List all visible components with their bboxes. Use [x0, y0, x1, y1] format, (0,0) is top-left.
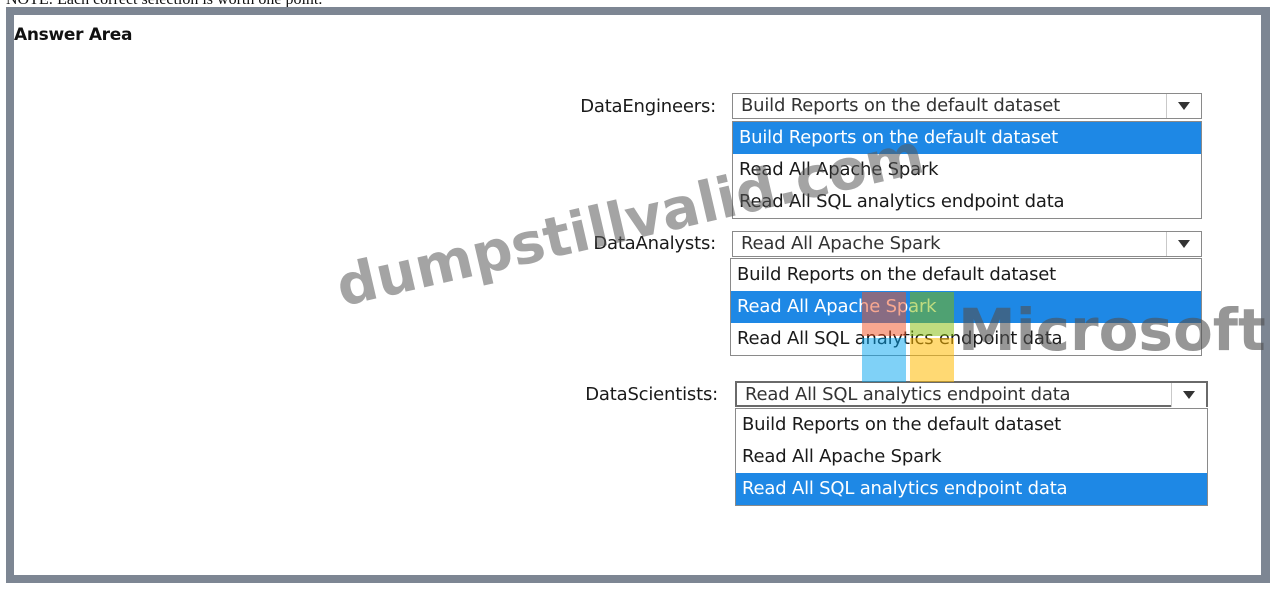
watermark-logo-blue-square: [862, 338, 906, 382]
datascientists-select[interactable]: Read All SQL analytics endpoint data: [735, 381, 1208, 407]
dataengineers-select[interactable]: Build Reports on the default dataset: [732, 93, 1202, 119]
watermark-logo-green-square: [910, 292, 954, 336]
chevron-down-icon[interactable]: [1171, 383, 1206, 407]
dataanalysts-selected-value: Read All Apache Spark: [741, 233, 941, 254]
datascientists-option-read-spark[interactable]: Read All Apache Spark: [736, 441, 1207, 473]
datascientists-label: DataScientists:: [585, 384, 718, 405]
watermark-logo-yellow-square: [910, 338, 954, 382]
datascientists-option-build-reports[interactable]: Build Reports on the default dataset: [736, 409, 1207, 441]
answer-area-title: Answer Area: [14, 25, 133, 45]
datascientists-options: Build Reports on the default dataset Rea…: [735, 408, 1208, 506]
chevron-down-icon[interactable]: [1166, 94, 1201, 118]
datascientists-selected-value: Read All SQL analytics endpoint data: [745, 384, 1071, 405]
dataengineers-label: DataEngineers:: [580, 96, 716, 117]
dataanalysts-option-build-reports[interactable]: Build Reports on the default dataset: [731, 259, 1201, 291]
datascientists-option-read-sql[interactable]: Read All SQL analytics endpoint data: [736, 473, 1207, 505]
watermark-microsoft-text: Microsoft: [958, 296, 1266, 364]
dataengineers-selected-value: Build Reports on the default dataset: [741, 95, 1060, 116]
dataanalysts-select[interactable]: Read All Apache Spark: [732, 231, 1202, 257]
chevron-down-icon[interactable]: [1166, 232, 1201, 256]
watermark-logo-red-square: [862, 292, 906, 336]
